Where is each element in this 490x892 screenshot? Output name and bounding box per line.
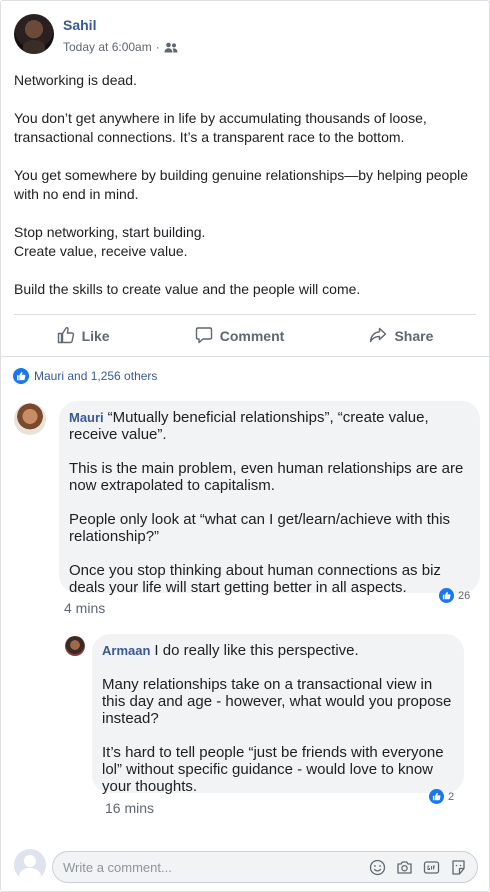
post-paragraph: You don’t get anywhere in life by accumu…	[14, 110, 427, 145]
comment-reactions[interactable]: 26	[439, 588, 470, 603]
commenter-avatar[interactable]	[65, 636, 85, 656]
like-reaction-icon	[13, 368, 29, 384]
reactions-summary[interactable]: Mauri and 1,256 others	[13, 368, 157, 384]
post-paragraph: Networking is dead.	[14, 72, 137, 88]
commenter-avatar[interactable]	[14, 403, 46, 435]
meta-separator: ·	[155, 40, 160, 54]
composer-icons	[369, 859, 477, 876]
post-card: Sahil Today at 6:00am · Networking is de…	[0, 0, 490, 892]
reactions-text: Mauri and 1,256 others	[34, 369, 158, 383]
share-button[interactable]: Share	[369, 326, 433, 347]
comment-paragraph: Armaan I do really like this perspective.	[102, 642, 452, 659]
like-reaction-icon	[429, 789, 444, 804]
commenter-name[interactable]: Mauri	[69, 410, 104, 425]
divider	[14, 314, 476, 315]
comment-composer[interactable]	[52, 851, 478, 883]
comment-like-count: 26	[458, 589, 471, 602]
author-avatar[interactable]	[14, 14, 54, 54]
comment-input[interactable]	[63, 859, 369, 875]
comment-bubble: Armaan I do really like this perspective.…	[92, 634, 464, 795]
commenter-name[interactable]: Armaan	[102, 643, 150, 658]
action-bar: Like Comment Share	[14, 319, 476, 353]
thumbs-up-icon	[57, 326, 75, 347]
comment-text: It’s hard to tell people “just be friend…	[102, 744, 444, 795]
comment-icon	[195, 326, 213, 347]
like-button[interactable]: Like	[57, 326, 110, 347]
comment-bubble: Mauri “Mutually beneficial relationships”…	[59, 401, 480, 596]
post-text: Networking is dead. You don’t get anywhe…	[14, 71, 476, 318]
comment-text: I do really like this perspective.	[154, 642, 359, 659]
comment-reactions[interactable]: 2	[429, 789, 454, 804]
camera-icon[interactable]	[396, 859, 413, 876]
comment-like-count: 2	[448, 790, 455, 803]
post-paragraph: You get somewhere by building genuine re…	[14, 167, 469, 202]
divider	[1, 356, 489, 357]
comment-text: “Mutually beneficial relationships”, “cr…	[69, 409, 429, 443]
comment-button[interactable]: Comment	[195, 326, 285, 347]
post-paragraph: Build the skills to create value and the…	[14, 281, 361, 297]
my-avatar	[14, 849, 46, 881]
comment-text: This is the main problem, even human rel…	[69, 460, 464, 494]
comment-time[interactable]: 16 mins	[105, 800, 154, 816]
friends-icon[interactable]	[164, 42, 178, 53]
post-meta: Today at 6:00am ·	[63, 40, 178, 54]
like-reaction-icon	[439, 588, 454, 603]
post-timestamp[interactable]: Today at 6:00am	[63, 40, 152, 54]
author-name[interactable]: Sahil	[63, 17, 96, 33]
gif-icon[interactable]	[423, 859, 440, 876]
share-icon	[369, 326, 387, 347]
comment-paragraph: Mauri “Mutually beneficial relationships”…	[69, 409, 468, 443]
emoji-icon[interactable]	[369, 859, 386, 876]
comment-text: Many relationships take on a transaction…	[102, 676, 452, 727]
like-label: Like	[81, 328, 110, 344]
comment-time[interactable]: 4 mins	[64, 600, 105, 616]
comment-text: People only look at “what can I get/lear…	[69, 511, 451, 545]
share-label: Share	[394, 328, 434, 344]
comment-label: Comment	[219, 328, 285, 344]
post-paragraph: Stop networking, start building. Create …	[14, 224, 206, 259]
sticker-icon[interactable]	[450, 859, 467, 876]
comment-text: Once you stop thinking about human conne…	[69, 562, 441, 596]
